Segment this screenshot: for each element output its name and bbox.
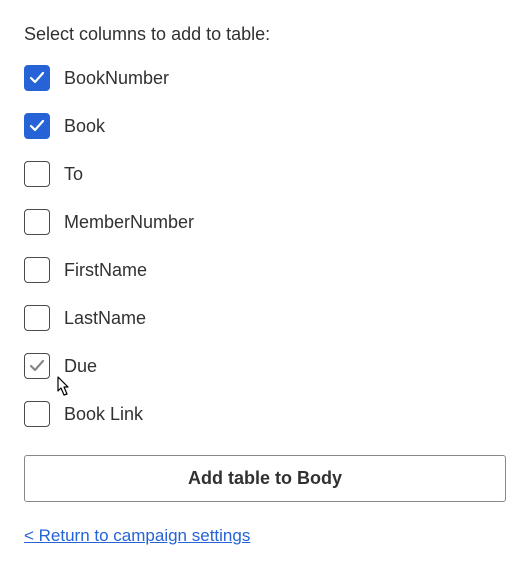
column-checkbox-list: BookNumber Book To MemberNumber FirstNam… — [24, 65, 506, 427]
checkbox-row-due[interactable]: Due — [24, 353, 506, 379]
checkbox-row-booklink[interactable]: Book Link — [24, 401, 506, 427]
add-table-to-body-button[interactable]: Add table to Body — [24, 455, 506, 502]
check-icon — [29, 358, 45, 374]
checkbox-row-book[interactable]: Book — [24, 113, 506, 139]
checkbox-row-firstname[interactable]: FirstName — [24, 257, 506, 283]
checkbox-book[interactable] — [24, 113, 50, 139]
checkbox-label: FirstName — [64, 260, 147, 281]
checkbox-booknumber[interactable] — [24, 65, 50, 91]
checkbox-label: Book — [64, 116, 105, 137]
cursor-pointer-icon — [50, 375, 74, 403]
checkbox-lastname[interactable] — [24, 305, 50, 331]
select-columns-heading: Select columns to add to table: — [24, 24, 506, 45]
checkbox-label: Book Link — [64, 404, 143, 425]
checkbox-row-to[interactable]: To — [24, 161, 506, 187]
check-icon — [29, 70, 45, 86]
checkbox-booklink[interactable] — [24, 401, 50, 427]
checkbox-to[interactable] — [24, 161, 50, 187]
checkbox-label: BookNumber — [64, 68, 169, 89]
return-to-campaign-settings-link[interactable]: < Return to campaign settings — [24, 526, 250, 546]
checkbox-label: Due — [64, 356, 97, 377]
checkbox-row-booknumber[interactable]: BookNumber — [24, 65, 506, 91]
checkbox-firstname[interactable] — [24, 257, 50, 283]
checkbox-row-membernumber[interactable]: MemberNumber — [24, 209, 506, 235]
checkbox-due[interactable] — [24, 353, 50, 379]
checkbox-label: MemberNumber — [64, 212, 194, 233]
checkbox-membernumber[interactable] — [24, 209, 50, 235]
check-icon — [29, 118, 45, 134]
checkbox-label: LastName — [64, 308, 146, 329]
checkbox-row-lastname[interactable]: LastName — [24, 305, 506, 331]
checkbox-label: To — [64, 164, 83, 185]
